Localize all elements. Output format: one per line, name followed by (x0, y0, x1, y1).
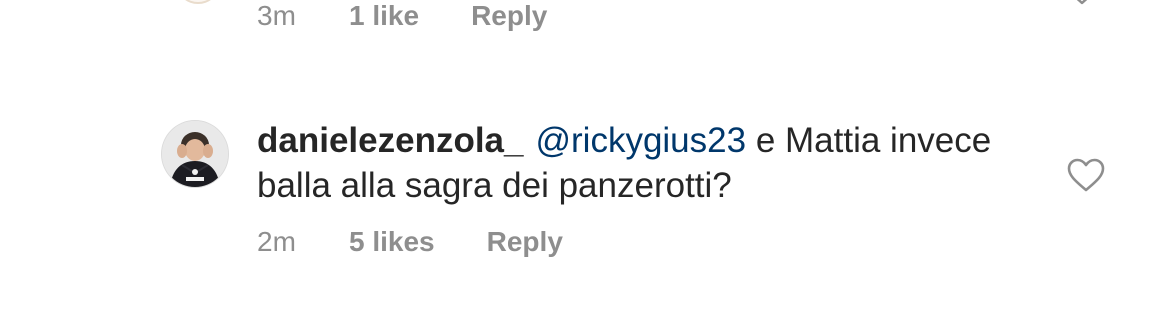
previous-comment-likes[interactable]: 1 like (349, 0, 419, 32)
heart-outline-icon[interactable] (1066, 157, 1106, 193)
previous-comment-time: 3m (257, 0, 296, 31)
comment-meta: 2m 5 likes Reply (257, 226, 563, 258)
avatar-image (162, 121, 228, 187)
comment-likes[interactable]: 5 likes (349, 226, 435, 258)
comment-mention-link[interactable]: @rickygius23 (535, 121, 746, 160)
comment-body: danielezenzola_ @rickygius23 e Mattia inv… (257, 118, 1017, 208)
comment-reply-button[interactable]: Reply (487, 226, 563, 258)
comment-time: 2m (257, 226, 296, 257)
chevron-down-icon[interactable] (1068, 0, 1096, 8)
comments-screen: 3m 1 like Reply danielezenzola_ @rickygiu… (0, 0, 1170, 316)
previous-comment-meta: 3m 1 like Reply (257, 0, 547, 32)
comment-username[interactable]: danielezenzola_ (257, 121, 523, 160)
previous-comment-avatar[interactable] (178, 0, 218, 4)
avatar[interactable] (162, 121, 228, 187)
previous-comment-reply-button[interactable]: Reply (471, 0, 547, 32)
